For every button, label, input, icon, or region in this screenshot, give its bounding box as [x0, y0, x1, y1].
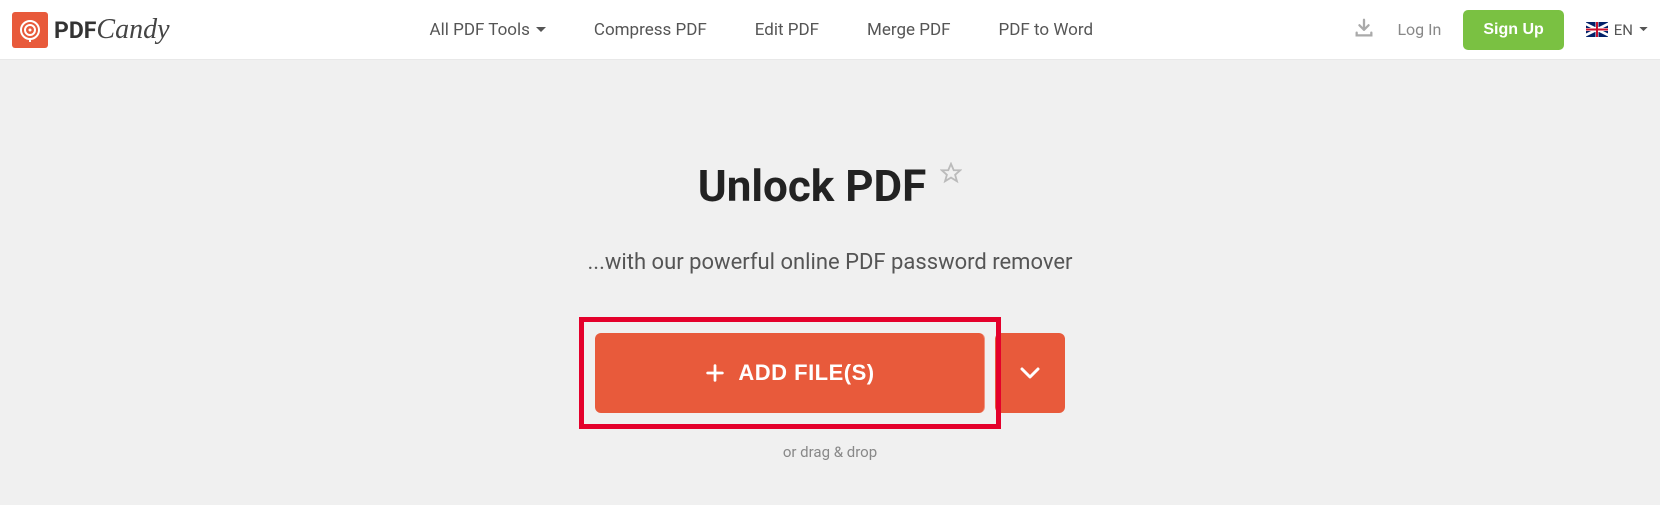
caret-down-icon [536, 27, 546, 33]
nav-all-tools-label: All PDF Tools [430, 20, 530, 40]
main-nav: All PDF Tools Compress PDF Edit PDF Merg… [430, 20, 1094, 40]
more-options-button[interactable] [995, 333, 1065, 413]
language-code: EN [1614, 21, 1633, 39]
logo[interactable]: PDF Candy [12, 12, 170, 48]
logo-pdf-text: PDF [54, 17, 96, 44]
add-file-button[interactable]: ADD FILE(S) [595, 333, 985, 413]
header: PDF Candy All PDF Tools Compress PDF Edi… [0, 0, 1660, 60]
add-file-label: ADD FILE(S) [738, 360, 874, 386]
plus-icon [704, 362, 726, 384]
title-row: Unlock PDF [0, 160, 1660, 212]
header-right: Log In Sign Up EN [1353, 10, 1648, 50]
login-link[interactable]: Log In [1397, 20, 1441, 39]
nav-merge[interactable]: Merge PDF [867, 20, 951, 40]
logo-candy-text: Candy [96, 14, 169, 46]
add-file-wrap: ADD FILE(S) [595, 333, 985, 413]
uk-flag-icon [1586, 22, 1608, 37]
language-selector[interactable]: EN [1586, 21, 1648, 39]
drag-drop-hint: or drag & drop [0, 443, 1660, 461]
chevron-down-icon [1020, 367, 1040, 379]
page-title: Unlock PDF [698, 160, 927, 212]
main-content: Unlock PDF ...with our powerful online P… [0, 60, 1660, 461]
star-icon[interactable] [940, 162, 962, 188]
nav-to-word[interactable]: PDF to Word [999, 20, 1094, 40]
upload-row: ADD FILE(S) [0, 333, 1660, 413]
nav-edit[interactable]: Edit PDF [755, 20, 819, 40]
page-subtitle: ...with our powerful online PDF password… [0, 250, 1660, 275]
download-icon[interactable] [1353, 17, 1375, 43]
logo-icon [12, 12, 48, 48]
nav-all-tools[interactable]: All PDF Tools [430, 20, 546, 40]
caret-down-icon [1639, 27, 1648, 32]
signup-button[interactable]: Sign Up [1463, 10, 1563, 50]
nav-compress[interactable]: Compress PDF [594, 20, 707, 40]
logo-text: PDF Candy [54, 14, 170, 46]
